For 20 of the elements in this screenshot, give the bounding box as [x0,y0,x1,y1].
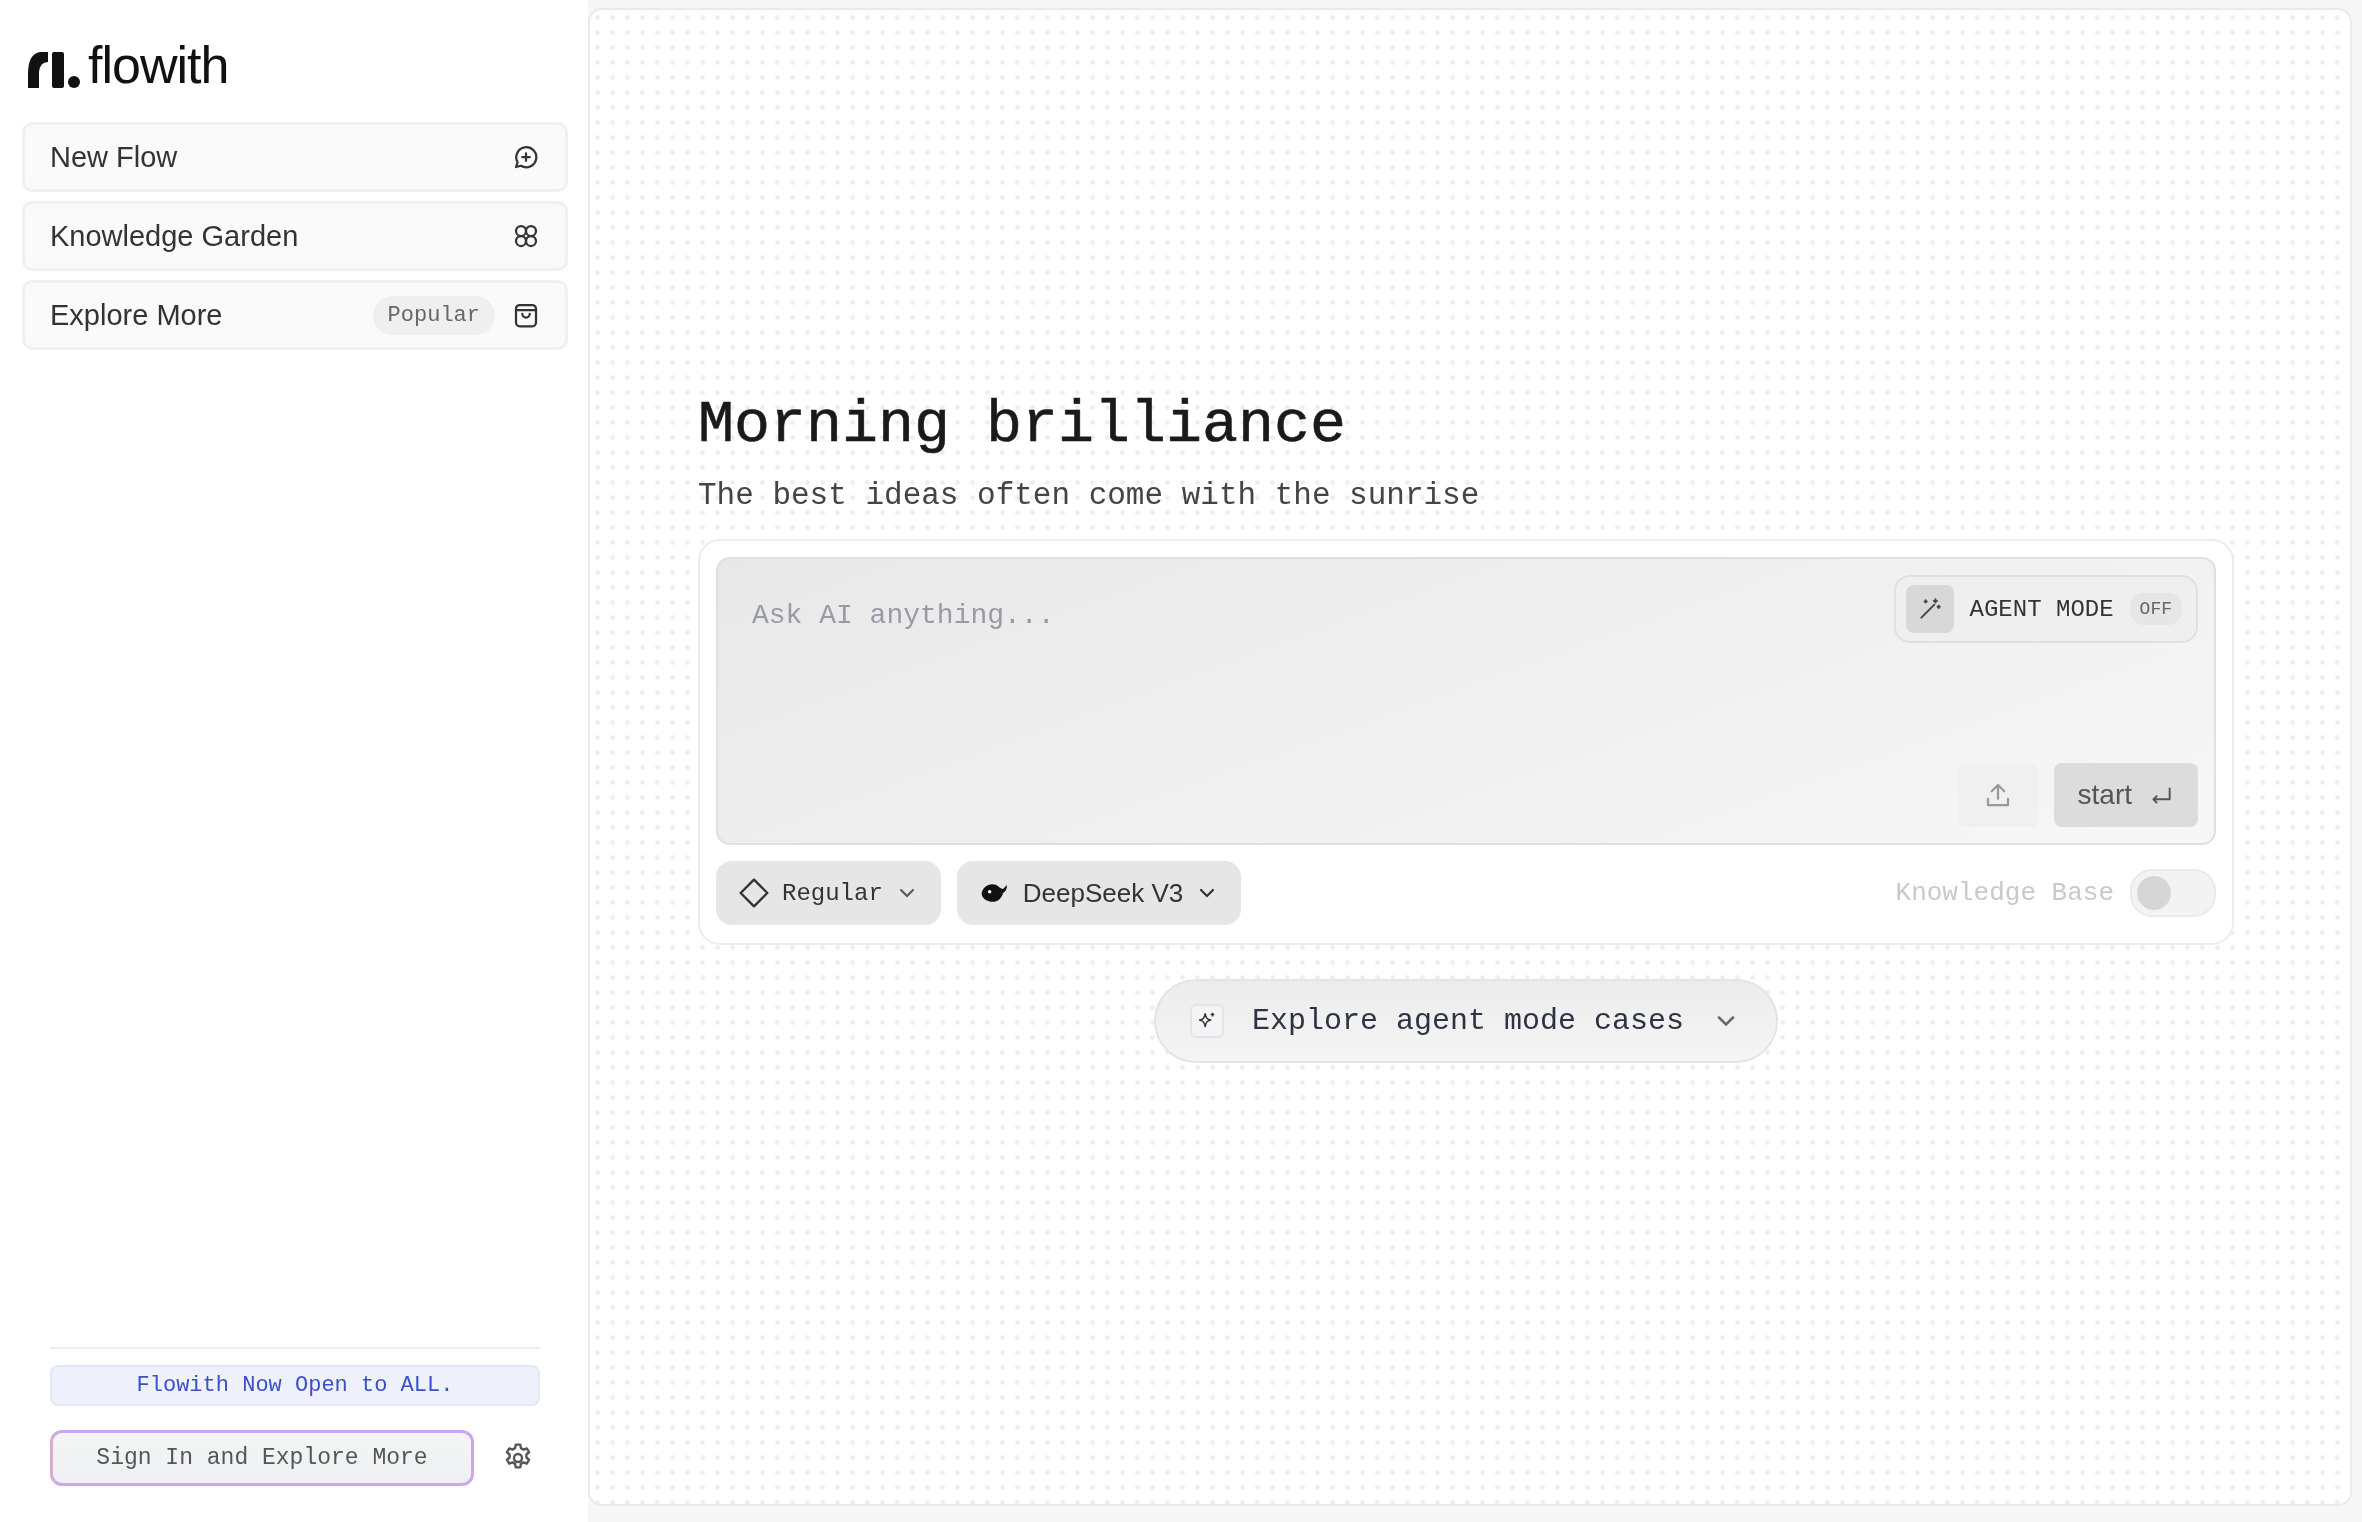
prompt-field[interactable]: Ask AI anything... AGENT MODE OFF start [716,557,2216,845]
start-button[interactable]: start [2053,763,2198,827]
diamond-icon [738,877,770,909]
explore-cases-button[interactable]: Explore agent mode cases [1153,979,1779,1063]
announcement-banner: Flowith Now Open to ALL. [50,1365,540,1406]
greeting-subtitle: The best ideas often come with the sunrise [698,478,1481,513]
knowledge-base-switch[interactable] [2130,869,2216,917]
agent-mode-label: AGENT MODE [1969,595,2114,623]
greeting-title: Morning brilliance [698,390,1348,460]
agent-mode-state: OFF [2129,593,2182,625]
sign-in-button[interactable]: Sign In and Explore More [50,1430,474,1486]
model-dropdown[interactable]: DeepSeek V3 [956,861,1242,925]
sidebar-item[interactable]: New Flow [22,122,568,192]
mode-dropdown[interactable]: Regular [716,861,941,925]
logo-text: flowith [88,42,229,88]
sidebar-item[interactable]: Knowledge Garden [22,201,568,271]
sidebar-item[interactable]: Explore More Popular [22,280,568,350]
agent-mode-toggle[interactable]: AGENT MODE OFF [1893,575,2198,643]
popular-badge: Popular [372,295,495,335]
upload-button[interactable] [1957,763,2038,827]
